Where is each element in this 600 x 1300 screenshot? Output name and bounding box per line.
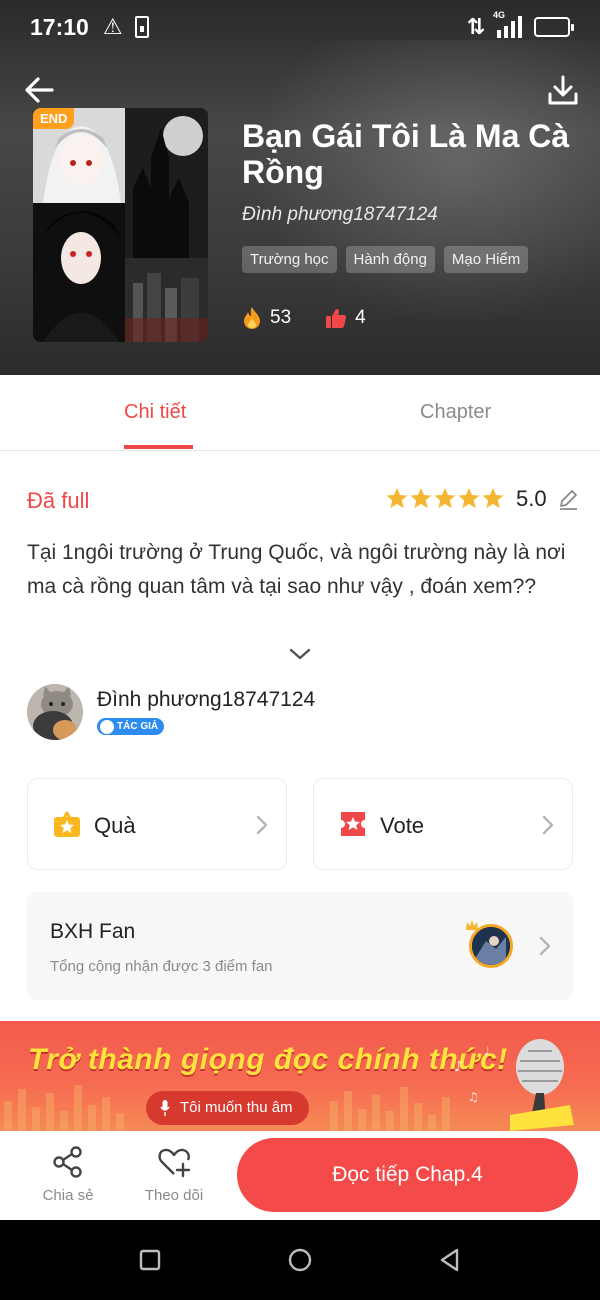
microphone-illustration: ♪ ♫ ♩	[454, 1039, 574, 1131]
share-icon	[53, 1146, 82, 1178]
rating-score: 5.0	[516, 486, 547, 511]
tag-school[interactable]: Trường học	[242, 246, 337, 273]
follow-label: Theo dõi	[144, 1187, 204, 1204]
system-nav-bar	[0, 1220, 600, 1300]
ticket-icon	[341, 812, 365, 836]
cat-avatar-image	[27, 684, 83, 740]
rating[interactable]: 5.0	[386, 486, 579, 512]
author-badge: TÁC GIẢ	[97, 718, 165, 735]
edit-icon[interactable]	[557, 488, 579, 510]
voice-recruit-banner[interactable]: Trở thành giọng đọc chính thức! Tôi muốn…	[0, 1021, 600, 1131]
fan-ranking-subtitle: Tổng cộng nhận được 3 điểm fan	[50, 958, 273, 975]
chevron-right-icon	[542, 815, 554, 835]
share-button[interactable]: Chia sẻ	[38, 1145, 98, 1204]
fire-icon	[244, 307, 260, 329]
author-row[interactable]: Đình phương18747124 TÁC GIẢ	[27, 684, 577, 744]
book-title: Bạn Gái Tôi Là Ma Cà Rồng	[242, 118, 570, 190]
fire-stat: 53	[242, 306, 291, 330]
battery-icon	[534, 17, 574, 37]
active-tab-indicator	[124, 445, 193, 449]
fan-ranking-title: BXH Fan	[50, 920, 136, 943]
back-nav-icon[interactable]	[436, 1246, 464, 1274]
download-icon[interactable]	[544, 72, 582, 110]
top-fan-image	[472, 927, 510, 965]
continue-reading-label: Đọc tiếp Chap.4	[332, 1163, 483, 1186]
status-time: 17:10	[30, 13, 89, 40]
completion-status: Đã full	[27, 488, 90, 513]
data-transfer-icon: ⇅	[466, 14, 485, 39]
status-bar: 17:10 ⚠ ⇅ 4G	[0, 0, 600, 54]
book-author[interactable]: Đình phương18747124	[242, 204, 438, 226]
like-stat: 4	[325, 307, 366, 329]
tag-adventure[interactable]: Mạo Hiểm	[443, 246, 529, 273]
bottom-action-bar: Chia sẻ Theo dõi Đọc tiếp Chap.4	[0, 1131, 600, 1220]
warning-icon: ⚠	[102, 14, 123, 39]
tab-bar: Chi tiết Chapter	[0, 375, 600, 451]
follow-button[interactable]: Theo dõi	[140, 1145, 208, 1204]
author-name[interactable]: Đình phương18747124	[97, 688, 315, 712]
pen-icon	[100, 720, 114, 734]
gift-button[interactable]: Quà	[27, 778, 287, 870]
genre-tags: Trường học Hành động Mạo Hiểm	[242, 246, 529, 273]
svg-text:♩: ♩	[484, 1044, 490, 1058]
book-stats: 53 4	[242, 306, 366, 330]
tab-chapter[interactable]: Chapter	[420, 401, 491, 424]
chevron-right-icon	[539, 936, 551, 956]
heart-plus-icon	[158, 1148, 191, 1178]
record-button[interactable]: Tôi muốn thu âm	[146, 1091, 309, 1125]
tab-detail[interactable]: Chi tiết	[124, 401, 186, 424]
chevron-right-icon	[256, 815, 268, 835]
star-icon	[386, 488, 504, 508]
chevron-down-icon[interactable]	[288, 644, 312, 664]
recent-apps-icon[interactable]	[136, 1246, 164, 1274]
gift-icon	[54, 811, 80, 837]
tag-action[interactable]: Hành động	[345, 246, 435, 273]
like-count: 4	[355, 307, 366, 328]
book-header: 17:10 ⚠ ⇅ 4G END Bạn Gái Tôi Là Ma Cà Rồ…	[0, 0, 600, 375]
thumbs-up-icon	[326, 309, 347, 328]
continue-reading-button[interactable]: Đọc tiếp Chap.4	[237, 1138, 578, 1212]
vote-button[interactable]: Vote	[313, 778, 573, 870]
microphone-icon	[160, 1100, 170, 1116]
end-badge: END	[33, 108, 75, 129]
gift-label: Quà	[94, 813, 136, 838]
share-label: Chia sẻ	[42, 1187, 94, 1204]
home-icon[interactable]	[286, 1246, 314, 1274]
sim-icon	[134, 16, 149, 38]
book-cover[interactable]: END	[33, 108, 208, 342]
banner-headline: Trở thành giọng đọc chính thức!	[28, 1043, 508, 1076]
avatar[interactable]	[27, 684, 83, 740]
record-button-label: Tôi muốn thu âm	[180, 1099, 293, 1116]
svg-text:♪: ♪	[454, 1059, 463, 1075]
fan-ranking-card[interactable]: BXH Fan Tổng cộng nhận được 3 điểm fan	[27, 892, 573, 1000]
crown-icon	[466, 920, 478, 930]
svg-text:♫: ♫	[468, 1090, 479, 1104]
author-badge-label: TÁC GIẢ	[117, 721, 159, 732]
signal-icon: 4G	[493, 10, 522, 38]
network-type: 4G	[493, 10, 506, 20]
vote-label: Vote	[380, 813, 425, 838]
cover-art	[33, 108, 208, 342]
back-arrow-icon[interactable]	[20, 70, 60, 110]
book-description: Tại 1ngôi trường ở Trung Quốc, và ngôi t…	[27, 541, 566, 598]
fire-count: 53	[270, 307, 292, 328]
